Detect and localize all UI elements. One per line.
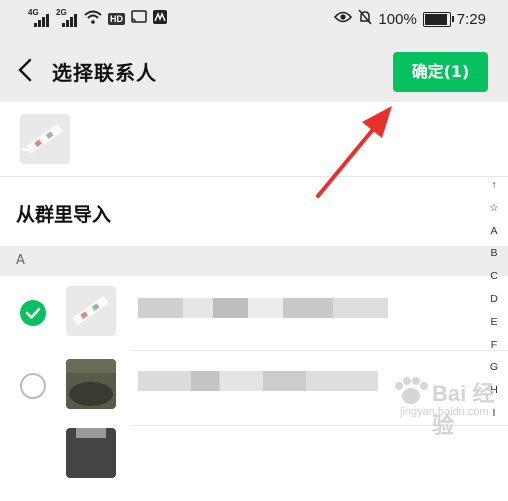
status-left: 4G 2G HD: [28, 8, 167, 28]
wifi-icon: [84, 10, 102, 28]
check-icon: [25, 307, 41, 319]
contact-name-blurred: [138, 298, 388, 318]
index-letter[interactable]: E: [490, 311, 497, 334]
paw-logo-icon: [395, 377, 428, 404]
import-from-group-label: 从群里导入: [16, 204, 112, 226]
signal-2g-icon: 2G: [56, 8, 78, 27]
index-letter[interactable]: ☆: [489, 197, 498, 220]
contact-row[interactable]: [0, 276, 508, 351]
back-button[interactable]: [14, 56, 38, 84]
selected-contacts-row: [0, 102, 508, 177]
cast-icon: [131, 10, 147, 28]
contact-name-blurred: [138, 371, 378, 391]
watermark: Bai 经验 jingyan.baidu.com: [388, 376, 506, 438]
status-right: 100% 7:29: [334, 9, 486, 29]
signal-4g-icon: 4G: [28, 8, 50, 27]
index-letter[interactable]: D: [490, 288, 498, 311]
import-from-group[interactable]: 从群里导入: [0, 176, 508, 246]
index-letter[interactable]: ↑: [491, 174, 496, 197]
contact-avatar: [66, 286, 116, 336]
section-letter: A: [16, 253, 25, 268]
contact-avatar: [66, 428, 116, 478]
contact-checkbox-unchecked[interactable]: [20, 373, 46, 399]
contact-checkbox-checked[interactable]: [20, 300, 46, 326]
index-letter[interactable]: C: [490, 265, 498, 288]
index-letter[interactable]: F: [491, 334, 497, 357]
eye-icon: [334, 10, 353, 28]
status-bar: 4G 2G HD 100% 7:29: [0, 0, 508, 38]
confirm-button[interactable]: 确定(1): [393, 52, 488, 92]
hd-icon: HD: [108, 13, 125, 25]
bell-off-icon: [358, 9, 372, 29]
back-arrow-icon: [18, 58, 32, 82]
index-letter[interactable]: A: [490, 220, 497, 243]
battery-percent: 100%: [378, 10, 417, 28]
page-title: 选择联系人: [52, 61, 157, 85]
contact-avatar: [66, 359, 116, 409]
header: 选择联系人 确定(1): [0, 38, 508, 102]
battery-icon: [422, 11, 454, 27]
index-letter[interactable]: B: [490, 242, 497, 265]
clock: 7:29: [456, 10, 486, 28]
selected-contact-avatar[interactable]: [20, 114, 70, 164]
app-notification-icon: [153, 10, 167, 28]
watermark-url: jingyan.baidu.com: [400, 406, 489, 418]
section-header: A: [0, 246, 508, 276]
